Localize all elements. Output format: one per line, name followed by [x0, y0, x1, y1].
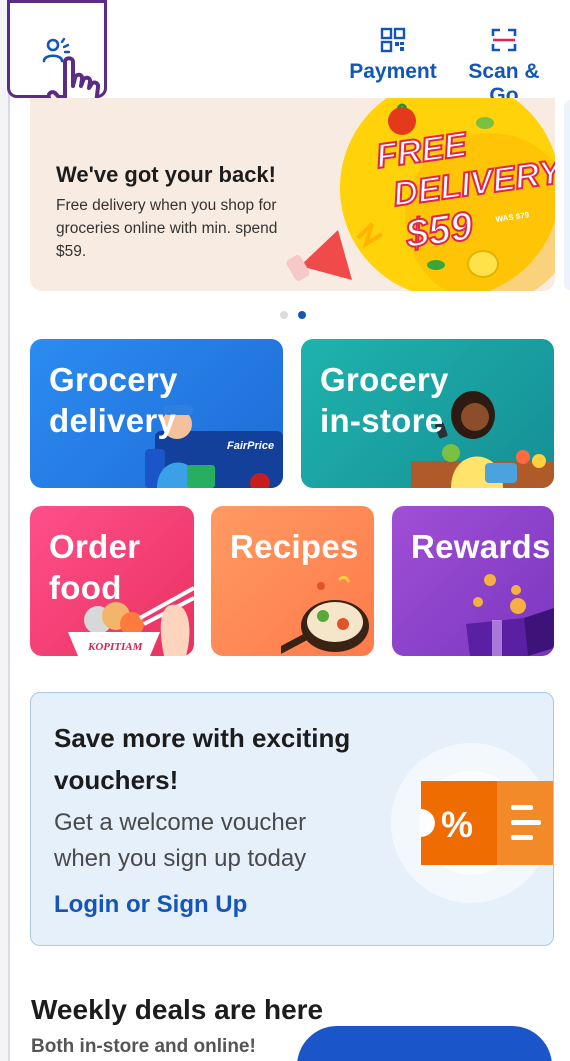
fairprice-logo: FairPrice	[227, 440, 274, 452]
cooking-pan-illustration	[281, 575, 369, 654]
left-edge	[0, 0, 10, 1061]
pagination-dot-1[interactable]	[280, 311, 288, 319]
grocery-instore-label-2: in-store	[320, 402, 444, 439]
rewards-tile[interactable]: Rewards	[392, 506, 554, 656]
home-screen: Payment Scan & Go We've got your back! F…	[0, 0, 570, 1061]
free-delivery-illustration: FREE DELIVERY $59 WAS $79	[286, 98, 555, 291]
banner-title: We've got your back!	[56, 162, 276, 187]
qr-code-icon	[380, 27, 406, 53]
scan-and-go-button[interactable]: Scan & Go	[452, 26, 556, 108]
grocery-instore-tile[interactable]: Grocery in-store	[301, 339, 554, 488]
recipes-tile[interactable]: Recipes	[211, 506, 374, 656]
order-food-label: Order food	[49, 526, 140, 608]
grocery-delivery-tile[interactable]: FairPrice Grocery delivery	[30, 339, 283, 488]
payment-button[interactable]: Payment	[349, 26, 437, 84]
weekly-deals-title: Weekly deals are here	[31, 994, 324, 1025]
payment-label: Payment	[349, 60, 437, 83]
voucher-text: Get a welcome voucher when you sign up t…	[54, 809, 307, 872]
voucher-promo-card[interactable]: Save more with exciting vouchers! Get a …	[30, 692, 554, 946]
kopitiam-logo: KOPITIAM	[87, 641, 144, 653]
grocery-instore-label: Grocery in-store	[320, 359, 449, 441]
weekly-deals-banner[interactable]	[297, 1026, 552, 1061]
percent-icon: %	[441, 804, 473, 845]
recipes-label: Recipes	[230, 528, 359, 565]
voucher-ticket-illustration: %	[391, 743, 553, 903]
grocery-delivery-label-2: delivery	[49, 402, 177, 439]
next-banner-peek[interactable]	[564, 100, 570, 290]
grocery-delivery-label: Grocery delivery	[49, 359, 178, 441]
banner-pagination	[280, 311, 310, 321]
weekly-deals-subtitle: Both in-store and online!	[31, 1036, 256, 1057]
promo-banner[interactable]: We've got your back! Free delivery when …	[30, 98, 555, 291]
order-food-label-2: food	[49, 569, 122, 606]
pagination-dot-2[interactable]	[298, 311, 306, 319]
order-food-label-1: Order	[49, 528, 141, 565]
grocery-delivery-label-1: Grocery	[49, 361, 178, 398]
rewards-label: Rewards	[411, 528, 551, 565]
order-food-tile[interactable]: KOPITIAM Order food	[30, 506, 194, 656]
scan-icon	[491, 28, 517, 52]
voucher-title: Save more with exciting vouchers!	[54, 723, 351, 795]
gift-box-illustration	[466, 574, 554, 656]
login-signup-link[interactable]: Login or Sign Up	[54, 891, 247, 919]
grocery-instore-label-1: Grocery	[320, 361, 449, 398]
